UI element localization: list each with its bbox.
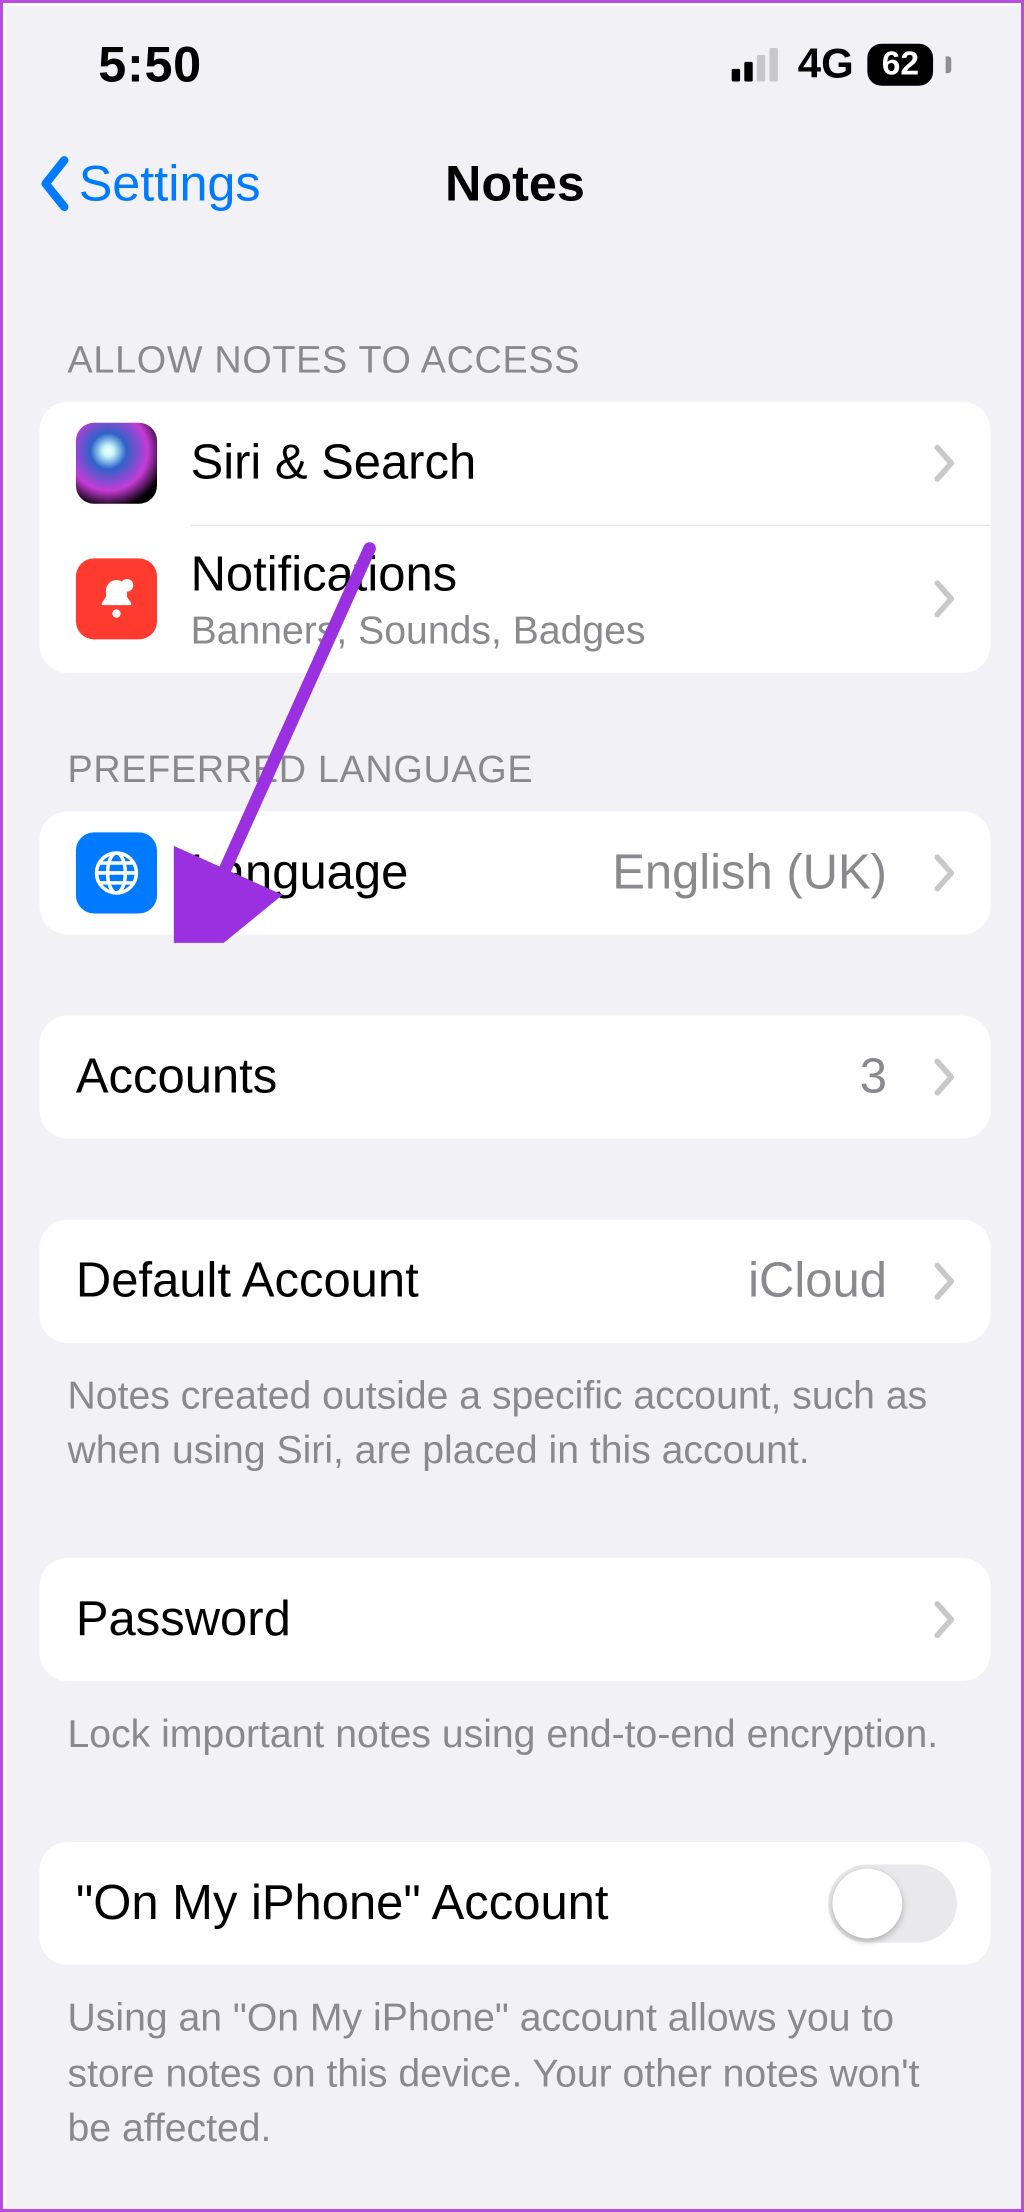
row-value: 3 <box>860 1049 887 1105</box>
chevron-right-icon <box>932 1260 957 1302</box>
network-type: 4G <box>798 41 854 89</box>
back-button[interactable]: Settings <box>37 154 261 213</box>
group-accounts: Accounts 3 <box>40 1015 991 1138</box>
status-right: 4G 62 <box>732 41 951 89</box>
row-label: "On My iPhone" Account <box>76 1873 795 1934</box>
row-on-my-iphone: "On My iPhone" Account <box>40 1842 991 1965</box>
battery-nub <box>946 56 952 73</box>
chevron-right-icon <box>932 578 957 620</box>
group-default-account: Default Account iCloud <box>40 1219 991 1342</box>
status-time: 5:50 <box>98 35 202 94</box>
row-default-account[interactable]: Default Account iCloud <box>40 1219 991 1342</box>
row-sublabel: Banners, Sounds, Badges <box>191 608 887 653</box>
row-siri-search[interactable]: Siri & Search <box>40 402 991 525</box>
row-label: Accounts <box>76 1046 826 1107</box>
group-password: Password <box>40 1558 991 1681</box>
group-language: Language English (UK) <box>40 811 991 934</box>
nav-bar: Settings Notes <box>6 123 1024 243</box>
group-access: Siri & Search Notifi <box>40 402 991 673</box>
chevron-right-icon <box>932 442 957 484</box>
cellular-signal-icon <box>732 48 778 82</box>
status-bar: 5:50 4G 62 <box>6 6 1024 123</box>
row-label: Password <box>76 1589 887 1650</box>
footer-on-my-iphone: Using an "On My iPhone" account allows y… <box>6 1965 1024 2155</box>
row-label: Default Account <box>76 1250 715 1311</box>
notifications-icon <box>76 558 157 639</box>
row-label: Language <box>191 842 579 903</box>
row-accounts[interactable]: Accounts 3 <box>40 1015 991 1138</box>
section-header-access: ALLOW NOTES TO ACCESS <box>6 244 1024 402</box>
row-notifications[interactable]: Notifications Banners, Sounds, Badges <box>40 525 991 673</box>
row-label: Siri & Search <box>191 433 887 494</box>
chevron-right-icon <box>932 1056 957 1098</box>
footer-password: Lock important notes using end-to-end en… <box>6 1681 1024 1761</box>
chevron-left-icon <box>37 156 73 212</box>
chevron-right-icon <box>932 852 957 894</box>
on-my-iphone-toggle[interactable] <box>828 1865 957 1943</box>
page-title: Notes <box>445 154 585 213</box>
chevron-right-icon <box>932 1599 957 1641</box>
siri-icon <box>76 423 157 504</box>
section-header-language: PREFERRED LANGUAGE <box>6 673 1024 811</box>
group-on-my-iphone: "On My iPhone" Account <box>40 1842 991 1965</box>
globe-icon <box>76 832 157 913</box>
battery-icon: 62 <box>868 44 933 86</box>
footer-default-account: Notes created outside a specific account… <box>6 1342 1024 1477</box>
row-language[interactable]: Language English (UK) <box>40 811 991 934</box>
row-password[interactable]: Password <box>40 1558 991 1681</box>
row-value: iCloud <box>748 1253 887 1309</box>
row-label: Notifications <box>191 544 887 605</box>
back-label: Settings <box>79 154 261 213</box>
row-value: English (UK) <box>612 845 887 901</box>
